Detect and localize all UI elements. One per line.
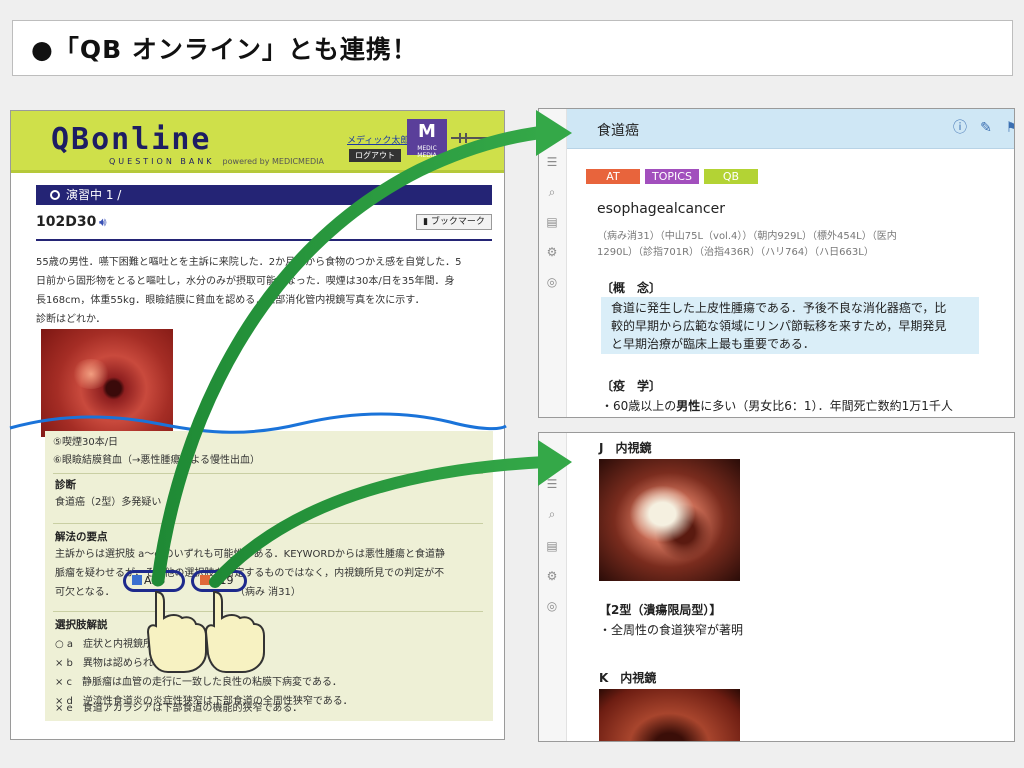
choice-item: × e 食道アカラシアは下部食道の機能的狭窄である． <box>55 703 303 714</box>
qb-icon[interactable]: ◎ <box>544 599 560 613</box>
answer-explanation: ⑤喫煙30本/日 ⑥眼瞼結膜貧血（→悪性腫瘍による慢性出血） 診断 食道癌（2型… <box>45 431 493 721</box>
qb-logo: QBonline QUESTION BANK powered by MEDICME… <box>51 122 325 167</box>
choice-item: × c 静脈瘤は血管の走行に一致した良性の粘膜下病変である． <box>55 677 342 688</box>
qb-online-screen: QBonline QUESTION BANK powered by MEDICME… <box>10 110 505 740</box>
endoscopy-image-j <box>599 459 740 581</box>
endoscopy-image-k <box>599 689 740 741</box>
title-banner: ●「QB オンライン」とも連携！ <box>12 20 1013 76</box>
gear-icon[interactable]: ⚙ <box>544 245 560 259</box>
question-id: 102D30 <box>36 214 97 230</box>
type-description: ・全周性の食道狭窄が著明 <box>599 623 744 637</box>
gear-icon[interactable]: ⚙ <box>544 569 560 583</box>
qb-header: QBonline QUESTION BANK powered by MEDICME… <box>11 111 504 173</box>
diagnosis-title: 診断 <box>55 479 76 491</box>
diagnosis-text: 食道癌（2型）多発疑い <box>55 497 162 508</box>
banner-title: ●「QB オンライン」とも連携！ <box>31 35 418 64</box>
choice-item: × b 異物は認められない． <box>55 658 183 669</box>
logout-button[interactable]: ログアウト <box>349 149 401 162</box>
qb-icon[interactable]: ◎ <box>544 275 560 289</box>
endoscopy-image <box>41 329 173 437</box>
figure-j-title: J 内視鏡 <box>599 441 652 455</box>
article-title: 食道癌 <box>597 123 639 139</box>
plug-icon <box>451 133 501 143</box>
document-icon[interactable]: ▤ <box>544 539 560 553</box>
divider <box>36 239 492 241</box>
list-icon[interactable]: ☰ <box>544 477 560 491</box>
divider <box>53 523 483 524</box>
epidemiology-heading: 〔疫 学〕 <box>601 379 662 393</box>
article-panel: ☰ ⌕ ▤ ⚙ ◎ 食道癌 ⓘ ✎ ⚑ AT TOPICS QB esophag… <box>538 108 1015 418</box>
choices-title: 選択肢解説 <box>55 619 108 631</box>
note-icon[interactable]: ✎ <box>977 119 995 137</box>
reference-list: （病み消31）（中山75L（vol.4））（朝内929L）（標外454L）（医内… <box>597 231 897 258</box>
english-term: esophagealcancer <box>597 201 725 217</box>
medicmedia-logo: MEDIC MEDIA <box>407 119 447 159</box>
info-icon[interactable]: ⓘ <box>951 119 969 137</box>
search-icon[interactable]: ⌕ <box>544 507 560 521</box>
key-points-title: 解法の要点 <box>55 531 108 543</box>
reference-link-a25[interactable]: A25 <box>123 570 185 592</box>
epidemiology-text: ・60歳以上の男性に多い（男女比6：1）．年間死亡数約1万1千人 <box>601 399 953 413</box>
article-header: 食道癌 ⓘ ✎ ⚑ <box>567 109 1014 149</box>
practice-status-bar: 演習中 1 / <box>36 185 492 205</box>
audio-icon[interactable]: 🔊︎ <box>99 215 107 230</box>
user-name-link[interactable]: メディック太郎 <box>347 133 409 146</box>
reference-link-a19[interactable]: A19 <box>191 570 247 592</box>
divider <box>53 611 483 612</box>
book-icon <box>132 575 142 585</box>
bookmark-icon: ▮ <box>423 217 431 227</box>
bookmark-icon[interactable]: ⚑ <box>1003 119 1014 137</box>
status-circle-icon <box>50 190 60 200</box>
concept-heading: 〔概 念〕 <box>601 281 662 295</box>
concept-text: 食道に発生した上皮性腫瘍である．予後不良な消化器癌で，比 較的早期から広範な領域… <box>611 301 947 351</box>
document-icon[interactable]: ▤ <box>544 215 560 229</box>
side-toolbar: ☰ ⌕ ▤ ⚙ ◎ <box>539 109 567 417</box>
question-stem: 55歳の男性．嚥下困難と嘔吐とを主訴に来院した．2か月前から食物のつかえ感を自覚… <box>36 257 462 325</box>
side-toolbar: ☰ ⌕ ▤ ⚙ ◎ <box>539 433 567 741</box>
figure-k-title: K 内視鏡 <box>599 671 657 685</box>
type-heading: 【2型（潰瘍限局型）】 <box>599 603 722 617</box>
keyword-item: ⑤喫煙30本/日 <box>53 437 119 448</box>
tag-qb[interactable]: QB <box>704 169 758 184</box>
bookmark-button[interactable]: ▮ ブックマーク <box>416 214 492 230</box>
tag-at[interactable]: AT <box>586 169 640 184</box>
search-icon[interactable]: ⌕ <box>544 185 560 199</box>
image-panel: ☰ ⌕ ▤ ⚙ ◎ J 内視鏡 【2型（潰瘍限局型）】 ・全周性の食道狭窄が著明… <box>538 432 1015 742</box>
keyword-item: ⑥眼瞼結膜貧血（→悪性腫瘍による慢性出血） <box>53 455 261 466</box>
choice-item: ○ a 症状と内視鏡所見から食道癌である． <box>55 639 253 650</box>
divider <box>53 473 483 474</box>
tag-topics[interactable]: TOPICS <box>645 169 699 184</box>
list-icon[interactable]: ☰ <box>544 155 560 169</box>
book-icon <box>200 575 210 585</box>
